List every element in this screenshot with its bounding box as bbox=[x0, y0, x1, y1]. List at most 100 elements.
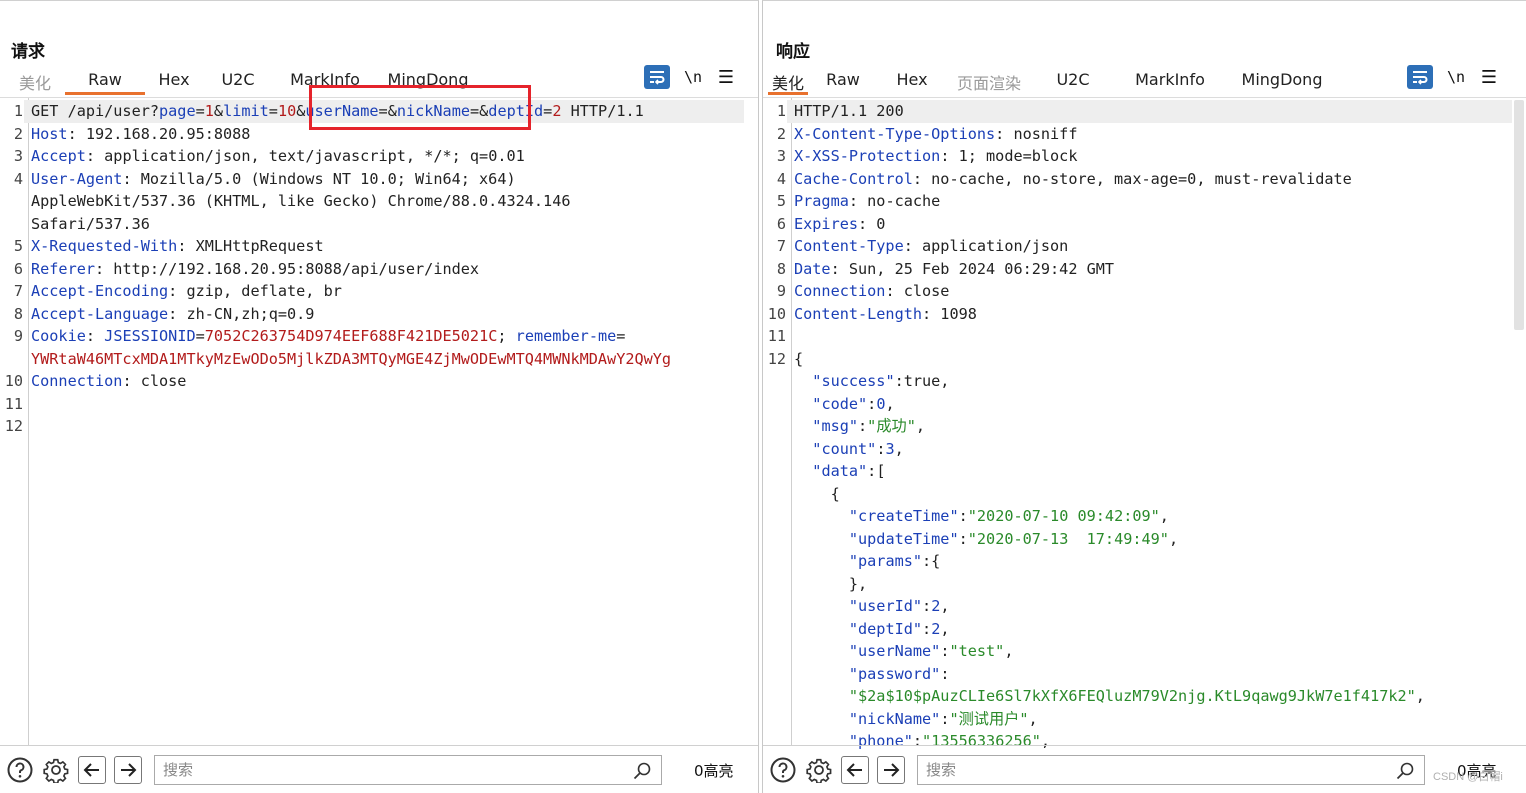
token: : bbox=[940, 664, 950, 683]
help-button[interactable] bbox=[6, 756, 34, 784]
menu-button[interactable]: ☰ bbox=[716, 67, 736, 88]
token: , bbox=[940, 597, 950, 615]
code-line: 5 Pragma: no-cache bbox=[763, 190, 1512, 213]
settings-button[interactable] bbox=[805, 756, 833, 784]
token: "$2a$10$pAuzCLIe6Sl7kXfX6FEQluzM79V2njg.… bbox=[848, 687, 1416, 705]
response-lines: 1 HTTP/1.1 200 2 X-Content-Type-Options: no… bbox=[763, 100, 1512, 753]
code-line: 12 bbox=[0, 415, 744, 438]
line-content: GET /api/user?page=1&limit=10&userName=&… bbox=[24, 100, 744, 123]
token: : close bbox=[885, 282, 950, 300]
settings-button[interactable] bbox=[42, 756, 70, 784]
token: "code" bbox=[812, 394, 868, 413]
response-pane: 响应 美化 Raw Hex 页面渲染 U2C MarkInfo MingDong \n ☰ … bbox=[762, 0, 1526, 793]
show-newlines-button[interactable]: \n bbox=[1445, 68, 1467, 86]
code-line: 11 bbox=[0, 393, 744, 416]
tab-u2c[interactable]: U2C bbox=[203, 67, 273, 95]
code-line: 2 X-Content-Type-Options: nosniff bbox=[763, 123, 1512, 146]
wrap-lines-button[interactable] bbox=[644, 65, 670, 89]
line-content: HTTP/1.1 200 bbox=[787, 100, 1512, 123]
line-number: 11 bbox=[767, 327, 786, 345]
token: 2 bbox=[931, 597, 941, 615]
token: "test" bbox=[949, 642, 1005, 660]
token: , bbox=[1168, 529, 1179, 548]
token: = bbox=[543, 102, 553, 120]
line-number: 6 bbox=[13, 259, 23, 278]
line-content: "password": bbox=[787, 663, 950, 686]
tab-markinfo[interactable]: MarkInfo bbox=[1114, 67, 1226, 95]
code-line: "createTime":"2020-07-10 09:42:09", bbox=[763, 505, 1512, 528]
request-editor[interactable]: 1 GET /api/user?page=1&limit=10&userName=… bbox=[0, 97, 758, 745]
vertical-scrollbar[interactable] bbox=[1514, 100, 1524, 330]
token: YWRtaW46MTcxMDA1MTkyMzEwODo5MjlkZDA3MTQy… bbox=[31, 349, 672, 368]
help-button[interactable] bbox=[769, 756, 797, 784]
tab-raw[interactable]: Raw bbox=[808, 67, 878, 95]
code-line: "msg":"成功", bbox=[763, 415, 1512, 438]
line-content: Content-Type: application/json bbox=[787, 235, 1068, 258]
tab-mingdong[interactable]: MingDong bbox=[1226, 67, 1338, 95]
tab-美化[interactable]: 美化 bbox=[5, 67, 65, 95]
line-number: 4 bbox=[13, 169, 23, 188]
tab-hex[interactable]: Hex bbox=[145, 67, 203, 95]
previous-match-button[interactable] bbox=[841, 756, 869, 784]
token: X-XSS-Protection bbox=[794, 147, 941, 165]
help-icon bbox=[7, 757, 33, 783]
arrow-right-icon bbox=[121, 763, 137, 777]
line-content: Safari/537.36 bbox=[24, 213, 150, 236]
tab-raw[interactable]: Raw bbox=[65, 67, 145, 95]
menu-button[interactable]: ☰ bbox=[1479, 67, 1499, 88]
tab-hex[interactable]: Hex bbox=[878, 67, 946, 95]
request-search-input[interactable] bbox=[155, 757, 615, 783]
line-number: 6 bbox=[776, 214, 786, 233]
tab-u2c[interactable]: U2C bbox=[1032, 67, 1114, 95]
token: Content-Length bbox=[794, 304, 923, 323]
line-number: 7 bbox=[776, 237, 786, 255]
line-content: Accept: application/json, text/javascrip… bbox=[24, 145, 525, 168]
show-newlines-button[interactable]: \n bbox=[682, 68, 704, 86]
line-content: { bbox=[787, 483, 840, 506]
tab-美化[interactable]: 美化 bbox=[768, 67, 808, 95]
token: JSESSIONID bbox=[104, 327, 196, 345]
code-line: 10 Content-Length: 1098 bbox=[763, 303, 1512, 326]
token: , bbox=[894, 439, 904, 458]
line-content: Date: Sun, 25 Feb 2024 06:29:42 GMT bbox=[787, 258, 1114, 281]
highlight-count: 0高亮 bbox=[694, 761, 734, 780]
token: Referer bbox=[31, 259, 96, 278]
line-content: Pragma: no-cache bbox=[787, 190, 940, 213]
token: : bbox=[958, 507, 968, 525]
token: Safari/537.36 bbox=[31, 214, 150, 233]
tab-页面渲染[interactable]: 页面渲染 bbox=[946, 67, 1032, 95]
response-footer: 0高亮 bbox=[763, 745, 1526, 793]
token: "nickName" bbox=[848, 709, 941, 728]
line-content: { bbox=[787, 348, 803, 371]
previous-match-button[interactable] bbox=[78, 756, 106, 784]
code-line: "count":3, bbox=[763, 438, 1512, 461]
next-match-button[interactable] bbox=[877, 756, 905, 784]
wrap-lines-button[interactable] bbox=[1407, 65, 1433, 89]
tab-markinfo[interactable]: MarkInfo bbox=[273, 67, 377, 95]
response-editor[interactable]: 1 HTTP/1.1 200 2 X-Content-Type-Options: no… bbox=[763, 97, 1526, 750]
code-line: { bbox=[763, 483, 1512, 506]
code-line: "params":{ bbox=[763, 550, 1512, 573]
token: deptId bbox=[488, 102, 544, 120]
token: "deptId" bbox=[848, 619, 923, 638]
token: : 0 bbox=[858, 214, 886, 233]
code-line: 6 Expires: 0 bbox=[763, 213, 1512, 236]
search-icon bbox=[633, 762, 651, 780]
token: X-Requested-With bbox=[31, 237, 178, 255]
watermark: CSDN @白帽i bbox=[1433, 771, 1503, 783]
token: :[ bbox=[867, 462, 886, 480]
token: Connection bbox=[31, 372, 123, 390]
token: remember-me bbox=[515, 327, 617, 345]
tab-mingdong[interactable]: MingDong bbox=[377, 67, 479, 95]
response-search-input[interactable] bbox=[918, 757, 1378, 783]
token: nickName bbox=[396, 102, 470, 120]
request-search-box bbox=[154, 755, 662, 785]
line-number: 9 bbox=[13, 327, 23, 345]
line-content: "$2a$10$pAuzCLIe6Sl7kXfX6FEQluzM79V2njg.… bbox=[787, 685, 1425, 708]
request-lines: 1 GET /api/user?page=1&limit=10&userName=… bbox=[0, 100, 744, 438]
next-match-button[interactable] bbox=[114, 756, 142, 784]
arrow-right-icon bbox=[884, 763, 900, 777]
